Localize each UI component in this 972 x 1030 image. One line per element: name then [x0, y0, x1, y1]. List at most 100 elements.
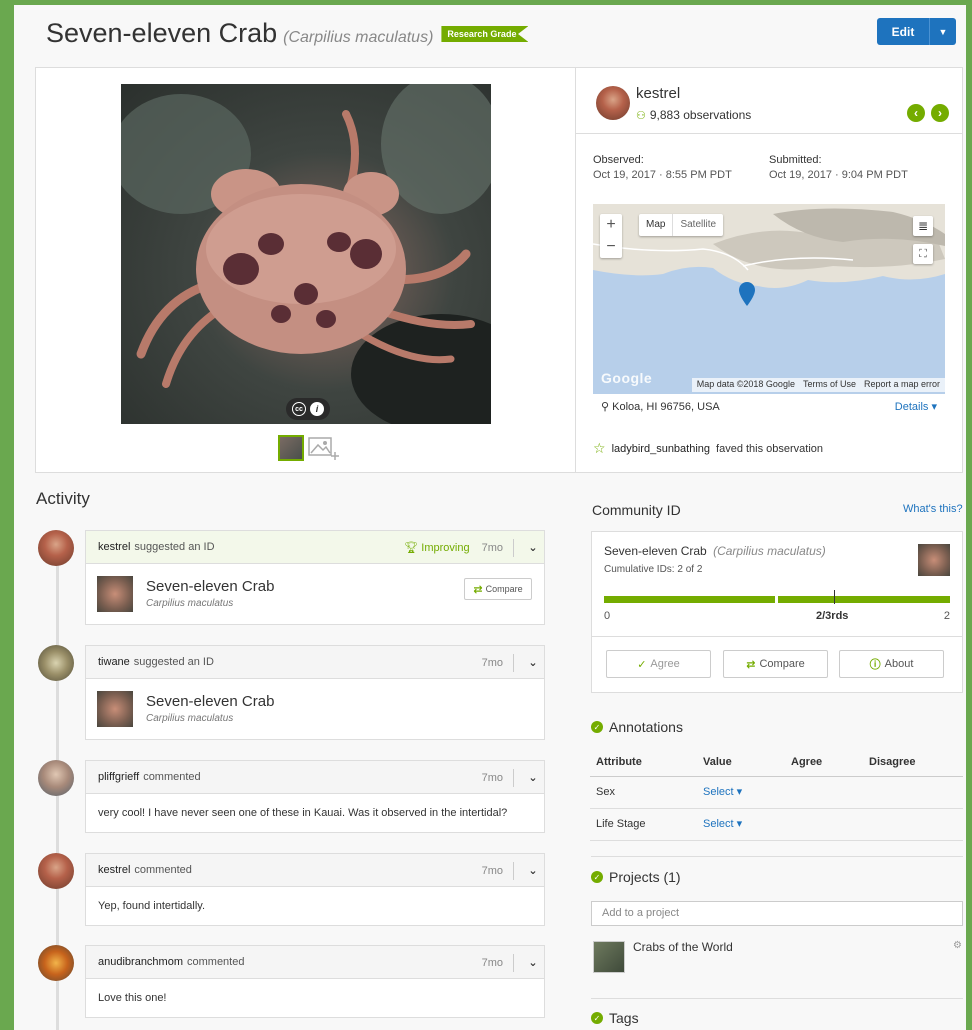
- divider: [513, 653, 514, 672]
- edit-button[interactable]: Edit ▼: [877, 18, 956, 45]
- map-type-satellite[interactable]: Satellite: [672, 214, 723, 236]
- taxon-thumbnail[interactable]: [97, 576, 133, 612]
- activity-item-comment: pliffgrieff commented 7mo ⌄ very cool! I…: [85, 760, 545, 833]
- activity-time: 7mo: [481, 956, 503, 969]
- activity-time: 7mo: [481, 771, 503, 784]
- annotation-select-dropdown[interactable]: Select ▾: [703, 777, 742, 807]
- taxon-common-name[interactable]: Seven-eleven Crab: [146, 693, 274, 710]
- gear-icon[interactable]: ⚙: [953, 940, 962, 951]
- improving-label: Improving: [421, 542, 470, 554]
- chevron-down-icon[interactable]: ⌄: [522, 541, 544, 554]
- compare-label: Compare: [485, 584, 523, 594]
- divider: [513, 768, 514, 787]
- activity-item-identification: tiwane suggested an ID 7mo ⌄ Seven-eleve…: [85, 645, 545, 740]
- avatar[interactable]: [38, 530, 74, 566]
- about-button[interactable]: ⓘ About: [839, 650, 944, 678]
- comment-body: Yep, found intertidally.: [98, 900, 206, 912]
- whats-this-link[interactable]: What's this?: [903, 503, 963, 515]
- activity-meta: 7mo ⌄: [482, 761, 544, 794]
- activity-user[interactable]: tiwane: [98, 656, 130, 668]
- avatar[interactable]: [38, 945, 74, 981]
- taxon-thumbnail[interactable]: [97, 691, 133, 727]
- community-id-scale: 0 2/3rds 2: [604, 610, 950, 624]
- next-arrow-icon[interactable]: ›: [931, 104, 949, 122]
- taxon-common-name[interactable]: Seven-eleven Crab: [146, 578, 274, 595]
- observation-count-label: 9,883 observations: [649, 108, 752, 122]
- zoom-in-button[interactable]: +: [600, 214, 622, 236]
- activity-action: suggested an ID: [133, 656, 214, 668]
- chevron-down-icon[interactable]: ⌄: [522, 656, 544, 669]
- avatar[interactable]: [38, 760, 74, 796]
- activity-user[interactable]: kestrel: [98, 864, 130, 876]
- faved-user[interactable]: ladybird_sunbathing: [612, 443, 710, 455]
- project-thumbnail[interactable]: [593, 941, 625, 973]
- activity-item-header: tiwane suggested an ID 7mo ⌄: [86, 646, 544, 679]
- photo-thumbnail[interactable]: [278, 435, 304, 461]
- license-badge[interactable]: cc i: [286, 398, 330, 420]
- agree-button[interactable]: ✓ Agree: [606, 650, 711, 678]
- common-name: Seven-eleven Crab: [46, 18, 278, 48]
- previous-arrow-icon[interactable]: ‹: [907, 104, 925, 122]
- column-header: Value: [703, 756, 732, 768]
- two-thirds-marker: [834, 590, 835, 604]
- identification-body: Seven-eleven Crab Carpilius maculatus: [86, 679, 544, 739]
- activity-action: commented: [187, 956, 245, 968]
- map-data-credit: Map data ©2018 Google: [696, 379, 795, 389]
- observation-photo[interactable]: [121, 84, 491, 424]
- edit-button-label[interactable]: Edit: [877, 18, 930, 45]
- faved-text: faved this observation: [716, 442, 824, 455]
- activity-action: commented: [143, 771, 201, 783]
- activity-meta: 🏆︎ Improving 7mo ⌄: [404, 531, 544, 564]
- observation-dates: Observed: Oct 19, 2017 · 8:55 PM PDT Sub…: [593, 154, 953, 181]
- avatar[interactable]: [596, 86, 630, 120]
- observed-date: Observed: Oct 19, 2017 · 8:55 PM PDT: [593, 154, 769, 181]
- map-type-map[interactable]: Map: [639, 214, 672, 236]
- activity-time: 7mo: [481, 864, 503, 877]
- map-pin-icon[interactable]: [739, 282, 755, 306]
- activity-item-identification: kestrel suggested an ID 🏆︎ Improving 7mo…: [85, 530, 545, 625]
- star-icon[interactable]: ☆: [593, 440, 606, 457]
- community-id-bar-segment: [604, 596, 775, 603]
- divider: [513, 861, 514, 880]
- project-name[interactable]: Crabs of the World: [633, 940, 733, 954]
- tags-title: Tags: [609, 1010, 639, 1026]
- community-id-bar: [604, 590, 950, 604]
- compare-button[interactable]: ⇄ Compare: [464, 578, 532, 600]
- divider: [591, 856, 963, 857]
- add-to-project-input[interactable]: Add to a project: [591, 901, 963, 926]
- activity-item-header: kestrel commented 7mo ⌄: [86, 854, 544, 887]
- avatar[interactable]: [38, 853, 74, 889]
- layers-icon[interactable]: ≣: [913, 216, 933, 236]
- annotation-select-dropdown[interactable]: Select ▾: [703, 809, 742, 839]
- community-id-bar-segment: [778, 596, 950, 603]
- community-taxon-thumbnail[interactable]: [918, 544, 950, 576]
- map-attribution: Map data ©2018 Google Terms of Use Repor…: [691, 378, 945, 392]
- chevron-down-icon[interactable]: ⌄: [522, 864, 544, 877]
- avatar[interactable]: [38, 645, 74, 681]
- submitted-label: Submitted:: [769, 154, 822, 166]
- comment-body: very cool! I have never seen one of thes…: [98, 807, 508, 819]
- projects-title: Projects (1): [609, 869, 681, 885]
- observation-count[interactable]: ⚇ 9,883 observations: [636, 108, 751, 122]
- terms-of-use-link[interactable]: Terms of Use: [803, 379, 856, 391]
- add-photo-icon[interactable]: [308, 435, 340, 461]
- observer-username[interactable]: kestrel: [636, 85, 680, 102]
- annotations-heading: ✓ Annotations: [591, 719, 683, 735]
- activity-user[interactable]: pliffgrieff: [98, 771, 139, 783]
- chevron-down-icon[interactable]: ⌄: [522, 771, 544, 784]
- location-map[interactable]: + − Map Satellite ≣ ⛶ Google Map data ©2…: [593, 204, 945, 418]
- research-grade-badge: Research Grade: [441, 26, 529, 42]
- tags-heading: ✓ Tags: [591, 1010, 639, 1026]
- check-circle-icon: ✓: [591, 721, 603, 733]
- details-dropdown[interactable]: Details ▾: [895, 400, 937, 413]
- report-map-error-link[interactable]: Report a map error: [864, 379, 940, 391]
- activity-user[interactable]: anudibranchmom: [98, 956, 183, 968]
- zoom-out-button[interactable]: −: [600, 236, 622, 258]
- fullscreen-icon[interactable]: ⛶: [913, 244, 933, 264]
- activity-user[interactable]: kestrel: [98, 541, 130, 553]
- column-header: Attribute: [596, 756, 642, 768]
- community-taxon[interactable]: Seven-eleven Crab (Carpilius maculatus): [604, 544, 826, 558]
- chevron-down-icon[interactable]: ⌄: [522, 956, 544, 969]
- compare-button[interactable]: ⇄ Compare: [723, 650, 828, 678]
- caret-down-icon[interactable]: ▼: [930, 18, 956, 45]
